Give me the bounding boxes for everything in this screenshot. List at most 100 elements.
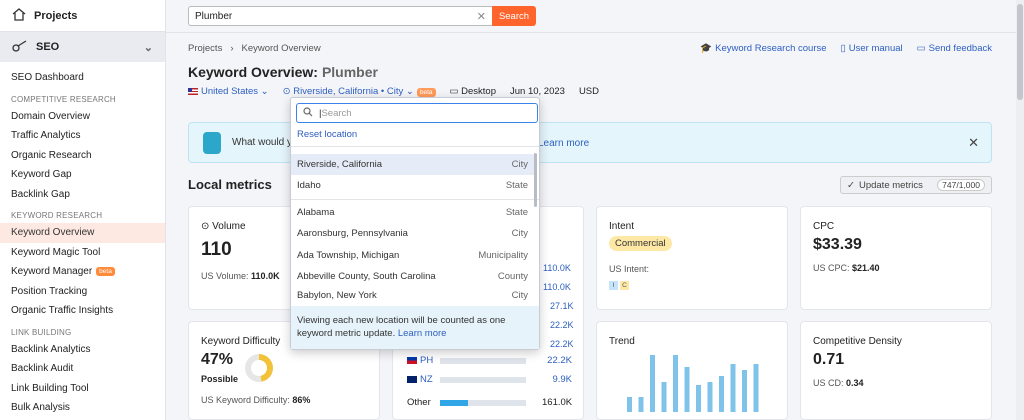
us-flag-icon [188,87,198,95]
country-selector[interactable]: United States ⌄ [188,86,269,97]
country-value[interactable]: 22.2K [550,339,574,349]
location-option-name: Aaronsburg, Pennsylvania [297,228,408,239]
course-label: Keyword Research course [715,43,827,54]
country-value[interactable]: 22.2K [550,320,574,330]
sidebar: Projects SEO ⌄ SEO Dashboard COMPETITIVE… [0,0,166,420]
sidebar-item-traffic-analytics[interactable]: Traffic Analytics [0,126,165,146]
location-option[interactable]: Ada Township, Michigan Municipality [291,245,534,266]
density-label: Competitive Density [813,336,902,347]
kd-label: Keyword Difficulty [201,336,281,347]
seo-section-toggle[interactable]: SEO ⌄ [0,32,165,62]
seo-icon [12,39,28,55]
location-option-type: City [511,228,528,239]
sidebar-item-domain-overview[interactable]: Domain Overview [0,107,165,127]
country-code[interactable]: NZ [420,374,433,385]
us-cpc-label: US CPC: [813,263,850,273]
currency-label[interactable]: USD [579,86,599,97]
us-cd: US CD: 0.34 [813,378,864,388]
country-bar [440,357,526,364]
local-metrics-title: Local metrics [188,177,272,192]
country-bar [440,376,526,383]
location-option-name: Idaho [297,180,321,191]
location-option-name: Alabama [297,207,335,218]
update-metrics-button[interactable]: ✓ Update metrics 747/1,000 [840,176,992,194]
country-value[interactable]: 110.0K [543,282,571,292]
user-manual-link[interactable]: ▯ User manual [841,43,903,54]
feedback-label: Send feedback [928,43,992,54]
location-option[interactable]: Idaho State [291,175,534,196]
banner-illustration-icon [203,132,221,154]
graduation-cap-icon: 🎓 [700,43,713,54]
country-label: United States [201,86,259,97]
sidebar-item-bulk-analysis[interactable]: Bulk Analysis [0,398,165,418]
location-option[interactable]: Aaronsburg, Pennsylvania City [291,223,534,244]
sidebar-item-seo-dashboard[interactable]: SEO Dashboard [0,68,165,88]
country-code: Other [407,397,431,408]
country-value[interactable]: 110.0K [543,263,571,273]
location-selector[interactable]: ⊙ Riverside, California • City ⌄ beta [283,86,436,97]
dropdown-learn-more-link[interactable]: Learn more [398,328,447,339]
intent-card: Intent Commercial US Intent: IC [596,206,788,310]
date-label[interactable]: Jun 10, 2023 [510,86,565,97]
country-value[interactable]: 9.9K [542,374,572,385]
location-option-type: Municipality [478,250,528,261]
trend-label: Trend [609,336,635,347]
sidebar-item-backlink-analytics[interactable]: Backlink Analytics [0,340,165,360]
location-option[interactable]: Alabama State [291,202,534,223]
breadcrumb: Projects › Keyword Overview [188,43,321,54]
sidebar-item-organic-traffic-insights[interactable]: Organic Traffic Insights [0,301,165,321]
trend-bar [707,382,713,412]
page-title: Keyword Overview: Plumber [188,64,378,80]
home-icon [12,7,26,24]
seo-label: SEO [36,41,60,53]
pin-icon: ⊙ [282,86,291,97]
ph-flag-icon [407,357,417,364]
sidebar-item-keyword-manager[interactable]: Keyword Manager beta [0,262,165,282]
keyword-research-course-link[interactable]: 🎓 Keyword Research course [700,43,826,54]
us-volume-value: 110.0K [251,271,280,281]
sidebar-item-backlink-audit[interactable]: Backlink Audit [0,359,165,379]
clear-icon[interactable]: ✕ [477,10,486,23]
location-search-input[interactable]: | Search [296,103,538,123]
trend-chart [627,355,759,412]
reset-location-link[interactable]: Reset location [297,129,357,140]
location-option[interactable]: Abbeville County, South Carolina County [291,266,534,287]
close-icon[interactable]: ✕ [968,135,979,151]
country-value[interactable]: 27.1K [550,301,574,311]
banner-text: What would y [232,137,293,148]
country-value[interactable]: 22.2K [542,355,572,366]
trend-bar [673,355,678,412]
cpc-value: $33.39 [813,236,862,253]
sidebar-item-keyword-overview[interactable]: Keyword Overview [0,223,165,243]
trend-bar [627,397,632,412]
sidebar-item-link-building-tool[interactable]: Link Building Tool [0,379,165,399]
location-option[interactable]: Babylon, New York City [291,287,534,303]
send-feedback-link[interactable]: ▭ Send feedback [917,43,992,54]
device-selector[interactable]: ▭ Desktop [450,86,496,97]
location-option-name: Babylon, New York [297,289,377,301]
country-code[interactable]: PH [420,355,433,366]
breadcrumb-projects[interactable]: Projects [188,43,222,54]
search-button[interactable]: Search [492,6,536,26]
dropdown-footer-note: Viewing each new location will be counte… [291,306,539,349]
header-links: 🎓 Keyword Research course ▯ User manual ▭ S… [700,43,992,54]
us-cd-value: 0.34 [846,378,864,388]
chevron-down-icon: ⌄ [143,41,153,54]
sidebar-item-organic-research[interactable]: Organic Research [0,146,165,166]
keyword-search-input[interactable]: Plumber ✕ [188,6,492,26]
sidebar-item-backlink-gap[interactable]: Backlink Gap [0,185,165,205]
page-scrollbar[interactable] [1016,0,1024,420]
us-kd-label: US Keyword Difficulty: [201,395,290,405]
trend-bar [730,364,736,412]
location-option[interactable]: Riverside, California City [291,154,534,175]
projects-link[interactable]: Projects [0,0,165,32]
update-metrics-counter: 747/1,000 [937,179,985,191]
location-option-type: City [511,289,528,301]
sidebar-item-keyword-gap[interactable]: Keyword Gap [0,165,165,185]
dropdown-scrollbar[interactable] [534,153,537,207]
manual-label: User manual [848,43,903,54]
breadcrumb-separator-icon: › [230,43,234,54]
banner-learn-more-link[interactable]: Learn more [538,138,589,149]
sidebar-item-keyword-magic-tool[interactable]: Keyword Magic Tool [0,243,165,263]
sidebar-item-position-tracking[interactable]: Position Tracking [0,282,165,302]
